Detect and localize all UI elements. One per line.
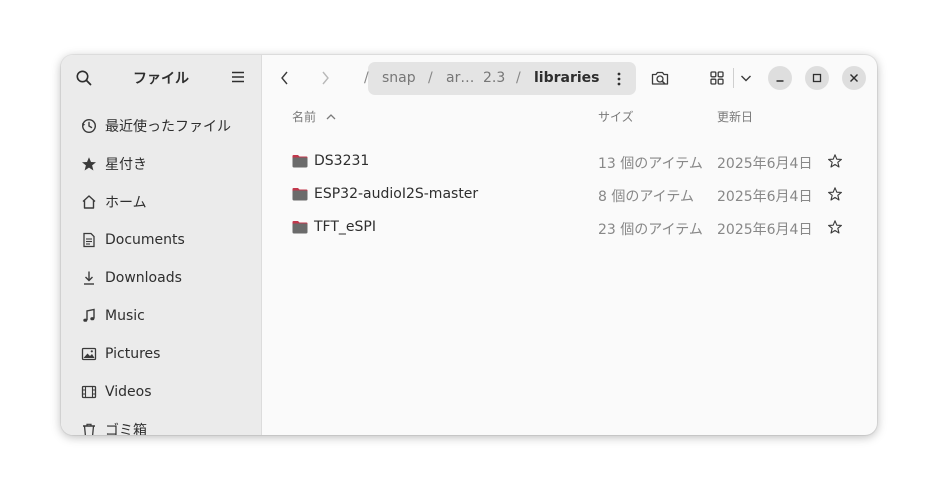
file-name: DS3231: [314, 153, 370, 169]
column-header-date[interactable]: 更新日: [717, 108, 753, 125]
file-row[interactable]: TFT_eSPI 23 個のアイテム 2025年6月4日: [262, 211, 877, 244]
maximize-button[interactable]: [805, 66, 829, 90]
file-manager-window: ファイル 最近使ったファイル 星付き ホーム Documents Downloa…: [61, 55, 877, 435]
path-segment-ar[interactable]: ar…: [446, 70, 474, 86]
sidebar-item-recent[interactable]: 最近使ったファイル: [61, 107, 261, 145]
sidebar-item-label: ゴミ箱: [105, 423, 147, 435]
sidebar-item-label: Documents: [105, 232, 185, 248]
trash-icon: [83, 423, 95, 435]
document-icon: [83, 232, 95, 248]
sidebar-item-trash[interactable]: ゴミ箱: [61, 411, 261, 435]
sidebar-item-label: 星付き: [105, 157, 147, 173]
maximize-icon: [812, 73, 822, 83]
back-icon[interactable]: [276, 69, 294, 87]
sidebar-item-music[interactable]: Music: [61, 297, 261, 335]
sidebar-item-label: Videos: [105, 384, 152, 400]
home-icon: [82, 195, 96, 209]
hamburger-menu-icon[interactable]: [231, 70, 245, 84]
star-outline-icon[interactable]: [827, 153, 843, 169]
file-date: 2025年6月4日: [717, 156, 813, 172]
sidebar-item-videos[interactable]: Videos: [61, 373, 261, 411]
sidebar-item-home[interactable]: ホーム: [61, 183, 261, 221]
download-icon: [84, 271, 94, 285]
file-name: TFT_eSPI: [314, 219, 376, 235]
close-button[interactable]: [842, 66, 866, 90]
sidebar-item-label: Music: [105, 308, 145, 324]
path-bar[interactable]: / snap / ar… 2.3 / libraries: [364, 62, 636, 95]
camera-search-icon[interactable]: [650, 68, 670, 88]
sidebar-item-downloads[interactable]: Downloads: [61, 259, 261, 297]
close-icon: [850, 74, 858, 82]
file-row[interactable]: ESP32-audioI2S-master 8 個のアイテム 2025年6月4日: [262, 178, 877, 211]
column-header-name[interactable]: 名前: [292, 108, 336, 125]
file-row[interactable]: DS3231 13 個のアイテム 2025年6月4日: [262, 145, 877, 178]
file-name: ESP32-audioI2S-master: [314, 186, 479, 202]
sidebar-item-starred[interactable]: 星付き: [61, 145, 261, 183]
file-size: 8 個のアイテム: [598, 189, 694, 205]
picture-icon: [81, 347, 97, 361]
star-icon: [82, 157, 96, 171]
main-area: / snap / ar… 2.3 / libraries 名前 サイズ 更新日 …: [262, 55, 877, 435]
sidebar-header: ファイル: [61, 55, 261, 101]
sidebar-item-label: Downloads: [105, 270, 182, 286]
sidebar: ファイル 最近使ったファイル 星付き ホーム Documents Downloa…: [61, 55, 262, 435]
toolbar-divider: [733, 68, 734, 88]
more-options-icon[interactable]: [612, 71, 626, 87]
path-segment-version[interactable]: 2.3: [483, 70, 505, 86]
sidebar-item-documents[interactable]: Documents: [61, 221, 261, 259]
file-size: 13 個のアイテム: [598, 156, 703, 172]
sidebar-item-pictures[interactable]: Pictures: [61, 335, 261, 373]
sidebar-item-label: Pictures: [105, 346, 161, 362]
video-icon: [81, 385, 97, 399]
grid-view-icon[interactable]: [707, 68, 727, 88]
path-separator: /: [364, 70, 369, 86]
column-header-size[interactable]: サイズ: [598, 108, 634, 125]
column-header-name-label: 名前: [292, 110, 317, 124]
forward-icon[interactable]: [316, 69, 334, 87]
path-segment-snap[interactable]: snap: [382, 70, 416, 86]
star-outline-icon[interactable]: [827, 186, 843, 202]
path-separator: /: [516, 70, 521, 86]
sidebar-list: 最近使ったファイル 星付き ホーム Documents Downloads Mu…: [61, 107, 261, 435]
file-size: 23 個のアイテム: [598, 222, 703, 238]
minimize-button[interactable]: [768, 66, 792, 90]
file-date: 2025年6月4日: [717, 222, 813, 238]
star-outline-icon[interactable]: [827, 219, 843, 235]
minimize-icon: [776, 80, 784, 82]
sidebar-item-label: ホーム: [105, 195, 147, 211]
file-date: 2025年6月4日: [717, 189, 813, 205]
recent-icon: [81, 118, 97, 134]
folder-icon: [292, 221, 308, 234]
folder-icon: [292, 188, 308, 201]
sidebar-item-label: 最近使ったファイル: [105, 119, 231, 135]
chevron-down-icon[interactable]: [736, 68, 756, 88]
path-segment-current[interactable]: libraries: [534, 70, 600, 86]
sort-ascending-icon: [326, 114, 336, 120]
music-icon: [83, 308, 95, 322]
path-separator: /: [428, 70, 433, 86]
folder-icon: [292, 155, 308, 168]
